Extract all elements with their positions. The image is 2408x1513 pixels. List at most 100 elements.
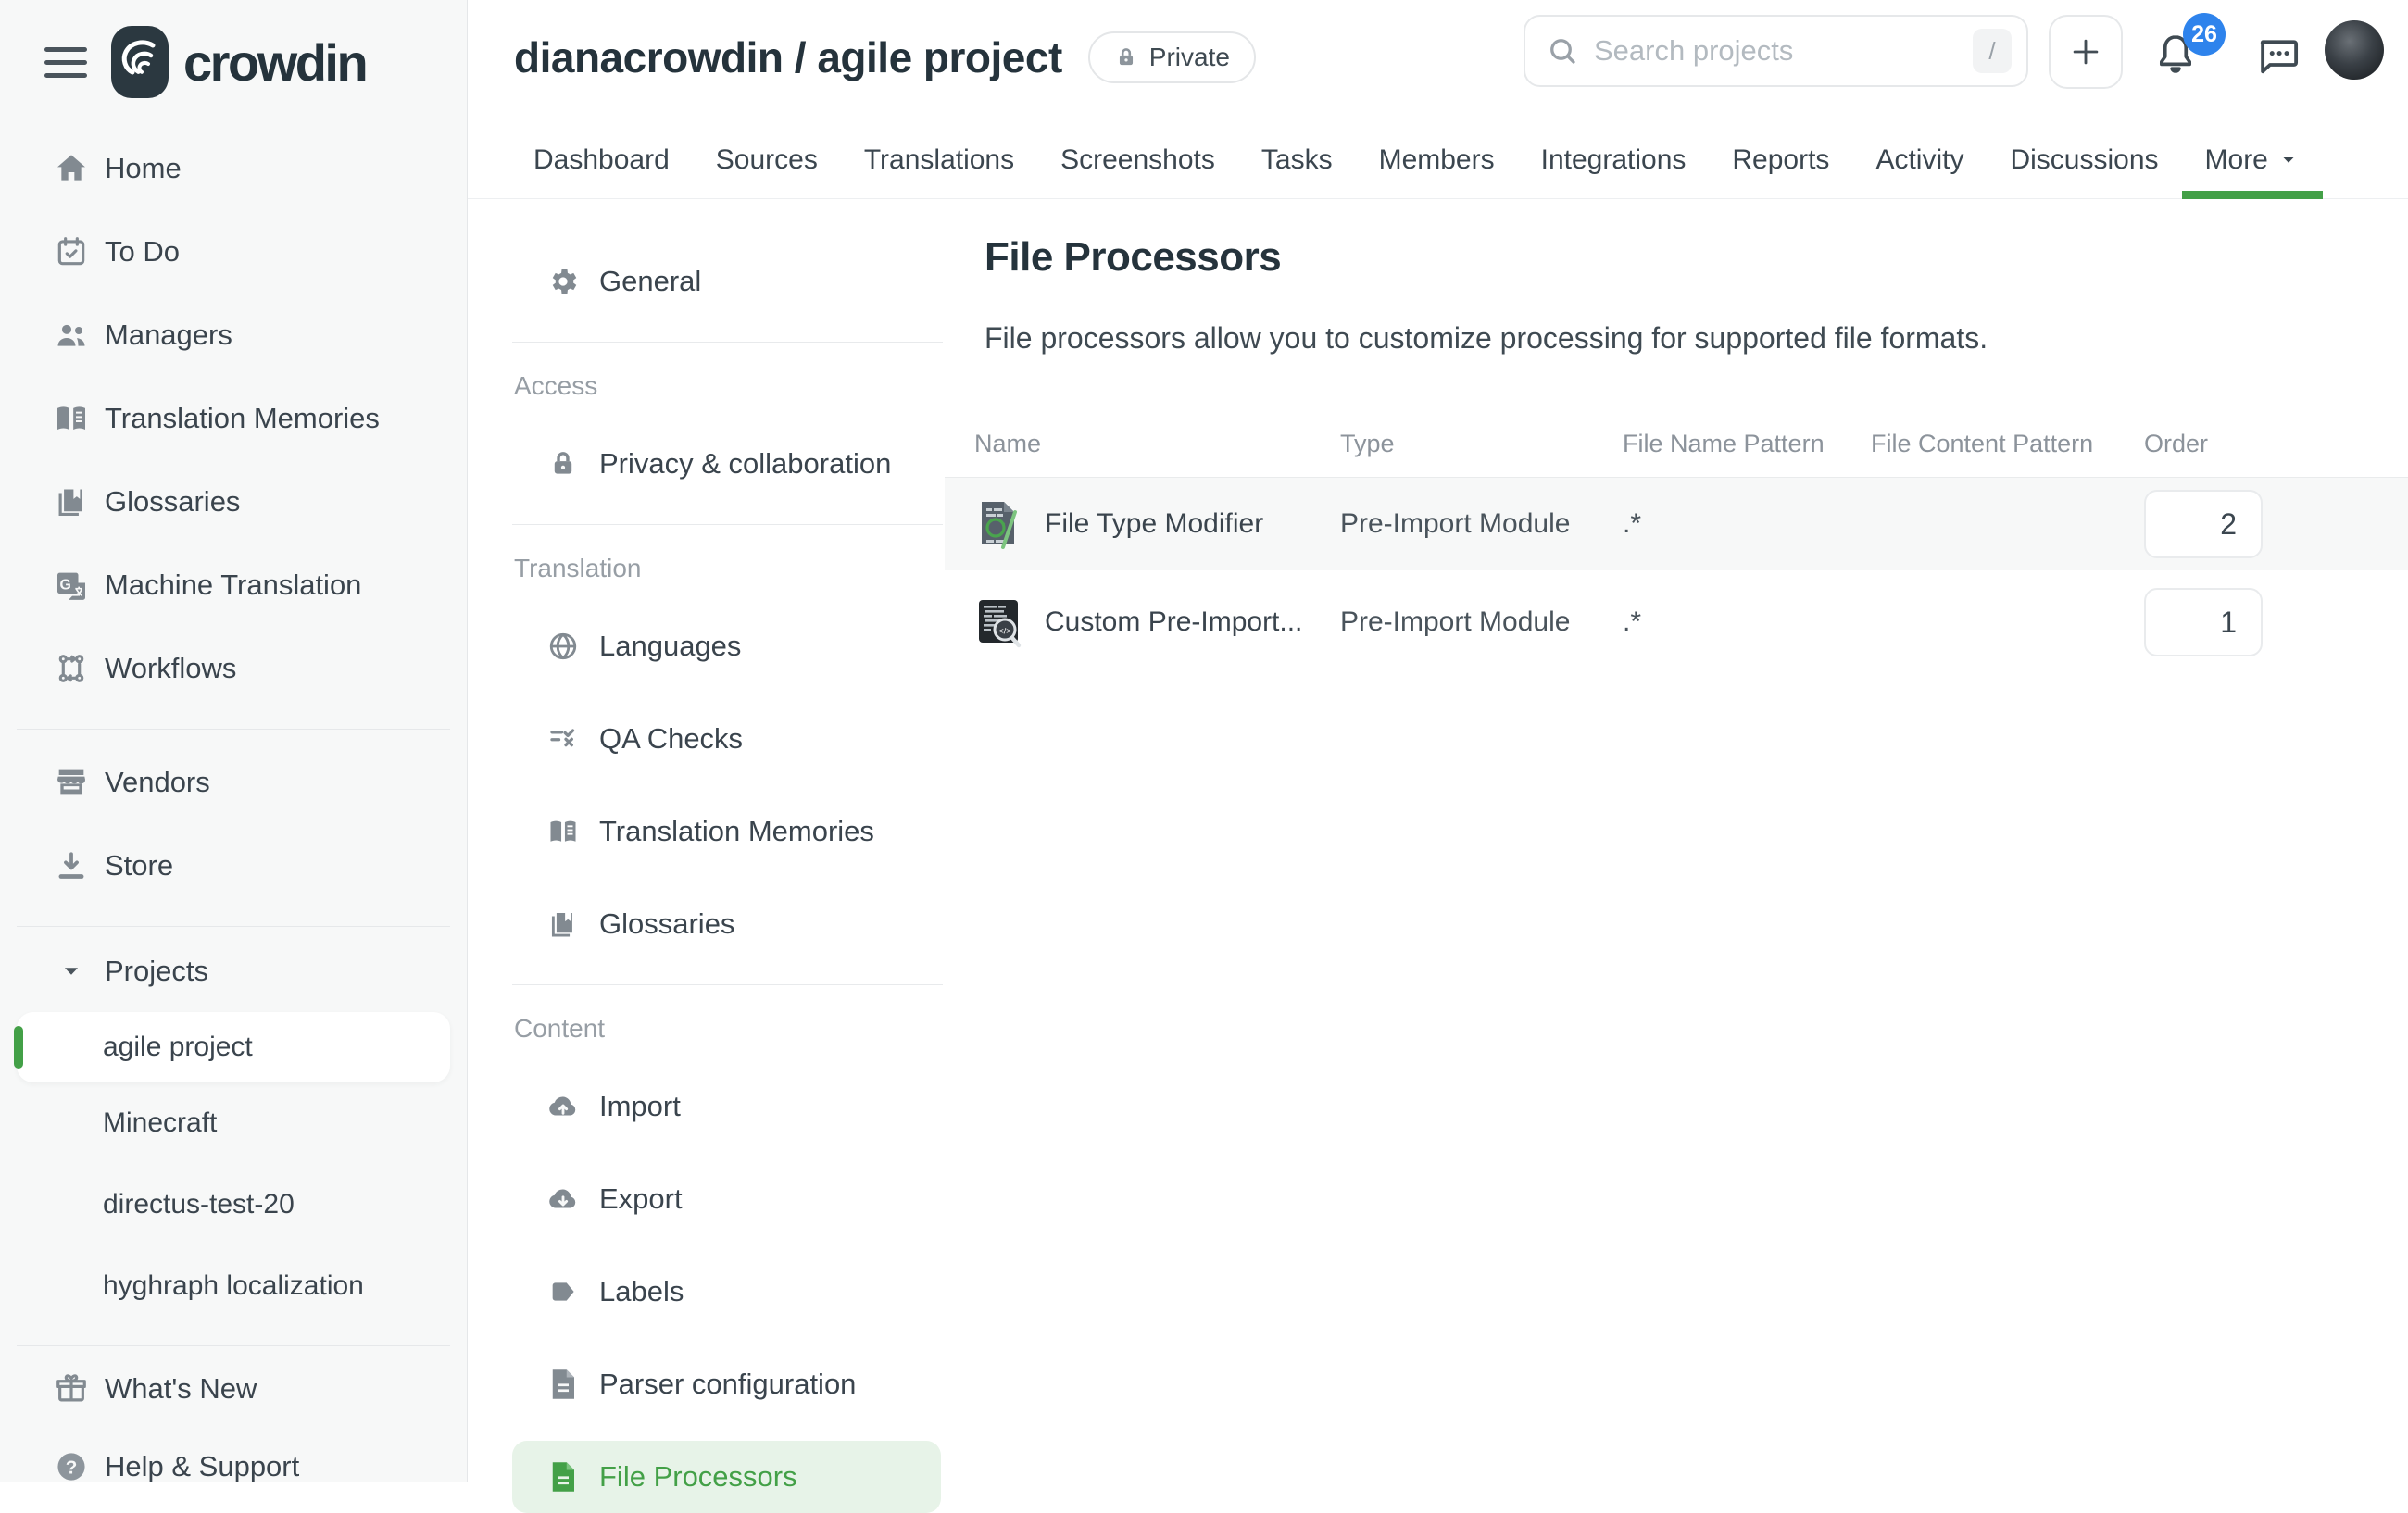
settings-item-label: Translation Memories — [599, 815, 874, 848]
sidebar-item-managers[interactable]: Managers — [0, 294, 467, 377]
create-project-button[interactable] — [2049, 15, 2123, 89]
file-name-pattern: .* — [1623, 606, 1871, 638]
svg-text:?: ? — [66, 1457, 78, 1478]
file-lines-icon — [546, 1368, 581, 1401]
column-header-file-content-pattern: File Content Pattern — [1871, 430, 2144, 458]
open-book-icon — [51, 400, 92, 437]
lock-icon — [546, 448, 581, 480]
sidebar-project-directus[interactable]: directus-test-20 — [0, 1164, 467, 1245]
tab-dashboard[interactable]: Dashboard — [510, 122, 693, 198]
content-title: File Processors — [985, 234, 2408, 281]
divider — [512, 342, 943, 343]
user-avatar[interactable] — [2325, 20, 2384, 80]
tab-translations[interactable]: Translations — [841, 122, 1037, 198]
settings-item-glossaries[interactable]: Glossaries — [512, 888, 941, 960]
settings-item-label: General — [599, 265, 701, 298]
sidebar-project-agile[interactable]: agile project — [17, 1012, 450, 1082]
gift-icon — [51, 1371, 92, 1407]
sidebar: crowdin Home To Do Managers — [0, 0, 468, 1482]
hamburger-menu-icon[interactable] — [44, 47, 87, 78]
sidebar-nav-secondary: Vendors Store — [0, 733, 467, 907]
settings-item-qa-checks[interactable]: QA Checks — [512, 703, 941, 775]
project-title: dianacrowdin / agile project — [514, 32, 1062, 82]
open-book-icon — [546, 815, 581, 848]
notifications-button[interactable]: 26 — [2151, 26, 2203, 87]
sidebar-item-todo[interactable]: To Do — [0, 210, 467, 294]
caret-down-icon — [51, 959, 92, 983]
sidebar-item-glossaries[interactable]: Glossaries — [0, 460, 467, 544]
settings-item-languages[interactable]: Languages — [512, 610, 941, 682]
book-bookmark-icon — [51, 484, 92, 519]
tab-integrations[interactable]: Integrations — [1518, 122, 1710, 198]
settings-item-privacy[interactable]: Privacy & collaboration — [512, 428, 941, 500]
settings-item-label: Privacy & collaboration — [599, 447, 891, 481]
settings-nav: General Access Privacy & collaboration T… — [468, 199, 945, 1482]
sidebar-item-machine-translation[interactable]: G Machine Translation — [0, 544, 467, 627]
sidebar-project-hyghraph[interactable]: hyghraph localization — [0, 1245, 467, 1327]
divider — [512, 524, 943, 525]
sidebar-item-label: Store — [105, 849, 173, 882]
messages-button[interactable] — [2253, 31, 2303, 81]
sidebar-item-label: Help & Support — [105, 1450, 299, 1483]
tab-discussions[interactable]: Discussions — [1987, 122, 2181, 198]
settings-item-parser-configuration[interactable]: Parser configuration — [512, 1348, 941, 1420]
calendar-check-icon — [51, 234, 92, 269]
settings-item-export[interactable]: Export — [512, 1163, 941, 1235]
lock-icon — [1114, 45, 1138, 69]
sidebar-item-workflows[interactable]: Workflows — [0, 627, 467, 710]
tab-tasks[interactable]: Tasks — [1238, 122, 1356, 198]
settings-item-label: Labels — [599, 1275, 684, 1308]
plus-icon — [2068, 34, 2103, 69]
order-input[interactable] — [2144, 588, 2263, 656]
sidebar-project-minecraft[interactable]: Minecraft — [0, 1082, 467, 1164]
book-bookmark-icon — [546, 908, 581, 940]
tab-more[interactable]: More — [2182, 122, 2323, 198]
sidebar-item-label: Vendors — [105, 766, 210, 799]
settings-item-label: File Processors — [599, 1460, 797, 1494]
search-input[interactable] — [1594, 34, 1958, 68]
sidebar-projects-list: agile project Minecraft directus-test-20… — [0, 1012, 467, 1327]
sidebar-projects-toggle[interactable]: Projects — [0, 931, 467, 1012]
divider — [17, 926, 450, 927]
sidebar-item-store[interactable]: Store — [0, 824, 467, 907]
sidebar-item-help-support[interactable]: ? Help & Support — [0, 1428, 467, 1506]
sidebar-item-label: Machine Translation — [105, 569, 361, 602]
tab-reports[interactable]: Reports — [1709, 122, 1852, 198]
settings-section-translation: Translation — [468, 549, 945, 588]
settings-item-general[interactable]: General — [512, 245, 941, 318]
content-description: File processors allow you to customize p… — [985, 321, 2408, 356]
sidebar-item-translation-memories[interactable]: Translation Memories — [0, 377, 467, 460]
question-circle-icon: ? — [51, 1449, 92, 1484]
divider — [17, 729, 450, 730]
svg-text:</>: </> — [998, 627, 1010, 636]
table-row[interactable]: File Type Modifier Pre-Import Module .* — [945, 478, 2408, 570]
list-check-icon — [546, 722, 581, 756]
sidebar-item-vendors[interactable]: Vendors — [0, 741, 467, 824]
settings-item-translation-memories[interactable]: Translation Memories — [512, 795, 941, 868]
column-header-name: Name — [974, 430, 1340, 458]
project-tabs: Dashboard Sources Translations Screensho… — [468, 122, 2408, 199]
settings-item-import[interactable]: Import — [512, 1070, 941, 1143]
translate-icon: G — [51, 567, 92, 604]
order-input[interactable] — [2144, 490, 2263, 558]
settings-item-labels[interactable]: Labels — [512, 1256, 941, 1328]
table-row[interactable]: </> Custom Pre-Import... Pre-Import Modu… — [945, 570, 2408, 674]
settings-item-file-processors[interactable]: File Processors — [512, 1441, 941, 1513]
file-type-modifier-icon — [974, 497, 1022, 551]
svg-text:G: G — [60, 577, 71, 593]
sidebar-item-whats-new[interactable]: What's New — [0, 1350, 467, 1428]
privacy-badge: Private — [1088, 31, 1256, 83]
column-header-type: Type — [1340, 430, 1623, 458]
processor-type: Pre-Import Module — [1340, 606, 1623, 638]
crowdin-logo[interactable]: crowdin — [111, 26, 366, 98]
tab-screenshots[interactable]: Screenshots — [1037, 122, 1238, 198]
tab-members[interactable]: Members — [1356, 122, 1518, 198]
sidebar-projects-label: Projects — [105, 955, 208, 988]
storefront-icon — [51, 764, 92, 801]
tab-sources[interactable]: Sources — [693, 122, 841, 198]
divider — [17, 1345, 450, 1346]
search-box[interactable]: / — [1524, 15, 2028, 87]
tab-activity[interactable]: Activity — [1852, 122, 1987, 198]
sidebar-item-label: What's New — [105, 1372, 257, 1406]
sidebar-item-home[interactable]: Home — [0, 127, 467, 210]
